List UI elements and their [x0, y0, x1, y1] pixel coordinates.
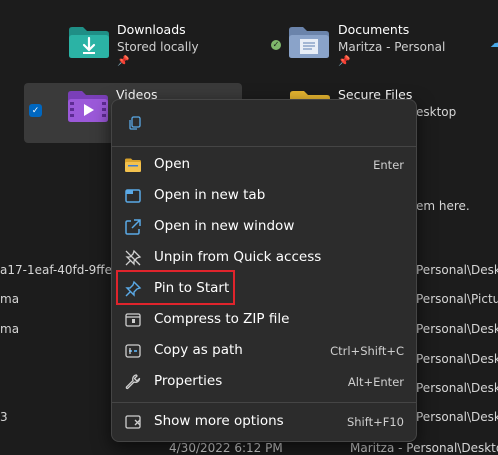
documents-title: Documents	[338, 22, 410, 37]
secure-files-location-fragment: esktop	[416, 105, 457, 119]
folder-icon	[125, 158, 141, 172]
menu-item-open-in-new-tab[interactable]: Open in new tab	[112, 180, 416, 211]
menu-item-copy-as-path[interactable]: Copy as path Ctrl+Shift+C	[112, 335, 416, 366]
copy-path-icon	[125, 344, 141, 358]
menu-item-shortcut: Alt+Enter	[347, 375, 404, 389]
pin-to-start-highlight-box	[116, 270, 235, 305]
zip-icon	[125, 313, 141, 327]
file-location-fragment: Personal\Pictur	[416, 292, 498, 306]
menu-item-unpin-from-quick-access[interactable]: Unpin from Quick access	[112, 242, 416, 273]
menu-item-label: Properties	[154, 373, 223, 389]
menu-item-shortcut: Shift+F10	[346, 415, 404, 429]
hint-text-fragment: em here.	[416, 199, 470, 213]
downloads-title: Downloads	[117, 22, 186, 37]
new-tab-icon	[125, 189, 141, 203]
context-menu-quick-actions	[112, 100, 416, 145]
pinned-icon: 📌	[338, 56, 351, 67]
copy-button[interactable]	[123, 111, 147, 135]
menu-divider	[112, 146, 416, 147]
pinned-icon: 📌	[117, 56, 130, 67]
file-name-fragment: 3	[0, 410, 8, 424]
menu-item-properties[interactable]: Properties Alt+Enter	[112, 366, 416, 397]
downloads-folder-icon	[69, 27, 109, 58]
menu-item-shortcut: Ctrl+Shift+C	[330, 344, 404, 358]
copy-icon	[129, 116, 141, 130]
selection-checkbox[interactable]: ✓	[29, 104, 42, 117]
more-options-icon	[125, 415, 141, 429]
file-location-fragment: Personal\Desktc	[416, 263, 498, 277]
menu-item-label: Copy as path	[154, 342, 243, 358]
menu-item-label: Compress to ZIP file	[154, 311, 290, 327]
wrench-icon	[125, 374, 141, 390]
file-location-fragment: Personal\Deskto	[416, 381, 498, 395]
downloads-subtitle: Stored locally	[117, 40, 199, 54]
menu-item-compress-to-zip[interactable]: Compress to ZIP file	[112, 304, 416, 335]
menu-item-label: Open	[154, 156, 191, 172]
menu-item-label: Open in new window	[154, 218, 295, 234]
menu-divider	[112, 402, 416, 403]
menu-item-shortcut: Enter	[373, 158, 404, 172]
quick-access-documents[interactable]: ✓ Documents Maritza - Personal 📌	[270, 18, 480, 73]
menu-item-label: Open in new tab	[154, 187, 266, 203]
documents-folder-icon	[289, 27, 329, 58]
file-name-fragment: ma	[0, 292, 20, 306]
menu-item-label: Show more options	[154, 413, 284, 429]
documents-subtitle: Maritza - Personal	[338, 40, 446, 54]
file-name-fragment: ma	[0, 322, 20, 336]
file-location-fragment: Personal\Deskto	[416, 322, 498, 336]
menu-item-label: Unpin from Quick access	[154, 249, 322, 265]
quick-access-downloads[interactable]: Downloads Stored locally 📌	[60, 18, 260, 73]
new-window-icon	[125, 219, 141, 235]
menu-item-open[interactable]: Open Enter	[112, 149, 416, 180]
unpin-icon	[125, 249, 142, 266]
file-location-fragment: Personal\Deskto	[416, 410, 498, 424]
cloud-icon: ☁	[490, 36, 498, 50]
file-location-fragment: Personal\Deskto	[416, 352, 498, 366]
menu-item-open-in-new-window[interactable]: Open in new window	[112, 211, 416, 242]
menu-item-show-more-options[interactable]: Show more options Shift+F10	[112, 406, 416, 437]
sync-status-icon: ✓	[271, 40, 281, 50]
videos-folder-icon	[68, 91, 108, 122]
